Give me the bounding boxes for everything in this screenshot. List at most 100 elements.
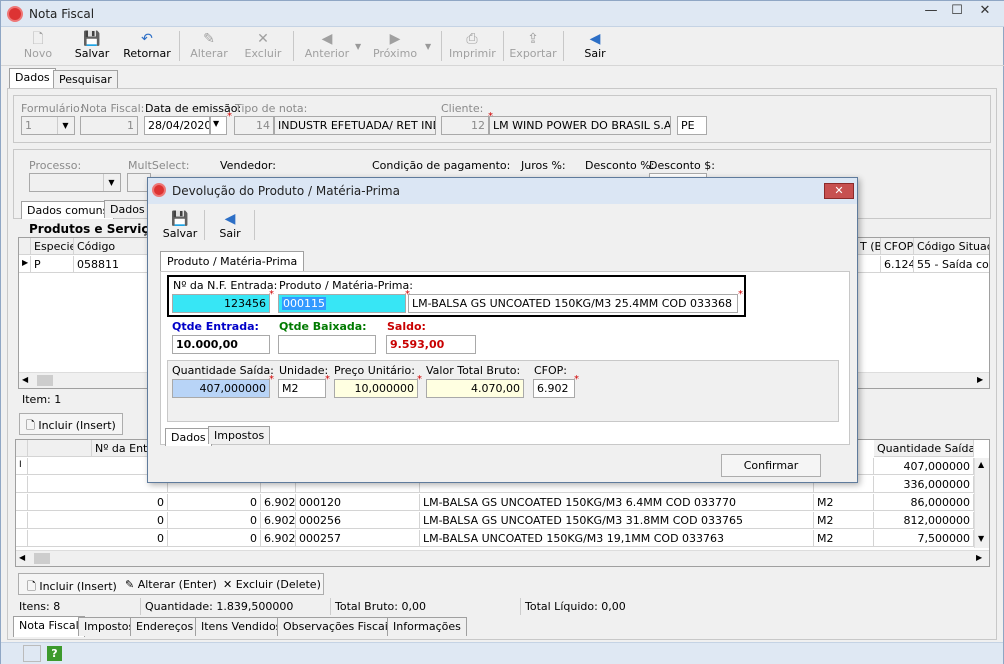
maximize-icon[interactable]: ☐ bbox=[947, 3, 967, 21]
cell-cod[interactable]: 000257 bbox=[296, 530, 420, 547]
cell-qtd[interactable]: 812,000000 bbox=[874, 512, 974, 529]
imprimir-button[interactable]: ⎙ Imprimir bbox=[449, 28, 496, 64]
cell-situacao[interactable]: 55 - Saída com bbox=[914, 256, 989, 273]
alterar-button[interactable]: ✎ Alterar (Enter) bbox=[125, 578, 217, 591]
tab-nota-fiscal[interactable]: Nota Fiscal bbox=[13, 616, 85, 637]
cell-b[interactable] bbox=[857, 256, 881, 273]
exportar-button[interactable]: ⇪ Exportar bbox=[509, 28, 557, 64]
produto-code-field[interactable]: 000115 bbox=[278, 294, 406, 313]
dialog-salvar-button[interactable]: 💾 Salvar bbox=[160, 208, 200, 244]
emissao-field[interactable]: 28/04/2020 bbox=[144, 116, 210, 135]
novo-button[interactable]: 🗋 Novo bbox=[15, 28, 61, 64]
cell-desc[interactable]: LM-BALSA GS UNCOATED 150KG/M3 6.4MM COD … bbox=[420, 494, 814, 511]
alterar-button[interactable]: ✎ Alterar bbox=[187, 28, 231, 64]
tipo-nota-code[interactable]: 14 bbox=[234, 116, 274, 135]
retornar-button[interactable]: ↶ Retornar bbox=[121, 28, 173, 64]
scroll-right-icon[interactable]: ▶ bbox=[976, 553, 982, 562]
cell-b[interactable]: 0 bbox=[168, 494, 261, 511]
tab-produto-materia-prima[interactable]: Produto / Matéria-Prima bbox=[160, 251, 305, 273]
cell-un[interactable]: M2 bbox=[814, 512, 874, 529]
incluir-button[interactable]: 🗋 Incluir (Insert) bbox=[27, 578, 117, 597]
scroll-left-icon[interactable]: ◀ bbox=[22, 375, 28, 384]
cell-b[interactable]: 0 bbox=[168, 512, 261, 529]
saldo-field[interactable]: 9.593,00 bbox=[386, 335, 476, 354]
proximo-button[interactable]: ▶ Próximo bbox=[371, 28, 419, 64]
help-icon[interactable]: ? bbox=[47, 646, 62, 661]
minimize-icon[interactable]: — bbox=[921, 3, 941, 21]
produto-desc-field[interactable]: LM-BALSA GS UNCOATED 150KG/M3 25.4MM COD… bbox=[408, 294, 738, 313]
scroll-down-icon[interactable]: ▼ bbox=[978, 534, 984, 543]
cell-qtd[interactable]: 407,000000 bbox=[874, 458, 974, 475]
cell-desc[interactable]: LM-BALSA UNCOATED 150KG/M3 19,1MM COD 03… bbox=[420, 530, 814, 547]
qtde-baixada-field[interactable] bbox=[278, 335, 376, 354]
excluir-button[interactable]: ✕ Excluir (Delete) bbox=[223, 578, 321, 591]
qtd-saida-field[interactable]: 407,000000 bbox=[172, 379, 270, 398]
cell-cfop[interactable]: 6.902 bbox=[261, 494, 296, 511]
tab-dados-comuns[interactable]: Dados comuns bbox=[21, 201, 115, 219]
cell-b[interactable]: 0 bbox=[168, 530, 261, 547]
tipo-nota-field[interactable]: INDUSTR EFETUADA/ RET IND bbox=[274, 116, 436, 135]
chevron-down-icon[interactable]: ▼ bbox=[103, 174, 119, 191]
cell-a[interactable]: 0 bbox=[28, 512, 168, 529]
tab-informacoes[interactable]: Informações bbox=[387, 617, 467, 636]
horizontal-scrollbar[interactable]: ◀ ▶ bbox=[16, 550, 989, 566]
cell-cod[interactable]: 000120 bbox=[296, 494, 420, 511]
salvar-button[interactable]: 💾 Salvar bbox=[69, 28, 115, 64]
scroll-up-icon[interactable]: ▲ bbox=[978, 460, 984, 469]
cell-cfop[interactable]: 6.902 bbox=[261, 530, 296, 547]
cell-cfop[interactable]: 6.902 bbox=[261, 512, 296, 529]
cell-cod[interactable]: 000256 bbox=[296, 512, 420, 529]
scroll-left-icon[interactable]: ◀ bbox=[19, 553, 25, 562]
chevron-down-icon[interactable]: ▼ bbox=[210, 116, 227, 135]
col-quantidade-saida[interactable]: Quantidade Saída bbox=[874, 440, 974, 457]
tab-enderecos[interactable]: Endereços bbox=[130, 617, 200, 636]
tab-dialog-impostos[interactable]: Impostos bbox=[208, 426, 271, 444]
dialog-sair-button[interactable]: ◀ Sair bbox=[210, 208, 250, 244]
incluir-produto-button[interactable]: 🗋 Incluir (Insert) bbox=[19, 413, 123, 435]
cell-especie[interactable]: P bbox=[31, 256, 74, 273]
cell-a[interactable]: 0 bbox=[28, 530, 168, 547]
valor-total-field[interactable]: 4.070,00 bbox=[426, 379, 524, 398]
col-situacao[interactable]: Código Situaçã bbox=[914, 238, 989, 255]
sair-button[interactable]: ◀ Sair bbox=[573, 28, 617, 64]
preco-unitario-field[interactable]: 10,000000 bbox=[334, 379, 418, 398]
cell-a[interactable]: 0 bbox=[28, 494, 168, 511]
vertical-scrollbar[interactable]: ▲ ▼ bbox=[974, 458, 989, 548]
cell-un[interactable]: M2 bbox=[814, 494, 874, 511]
tab-dialog-dados[interactable]: Dados bbox=[165, 428, 212, 446]
nota-fiscal-field[interactable]: 1 bbox=[80, 116, 138, 135]
cell-qtd[interactable]: 336,000000 bbox=[874, 476, 974, 493]
cliente-field[interactable]: LM WIND POWER DO BRASIL S.A. bbox=[489, 116, 671, 135]
col-especie[interactable]: Especie bbox=[31, 238, 74, 255]
uf-field[interactable]: PE bbox=[677, 116, 707, 135]
cliente-code[interactable]: 12 bbox=[441, 116, 489, 135]
close-icon[interactable]: ✕ bbox=[824, 183, 854, 199]
cell-un[interactable]: M2 bbox=[814, 530, 874, 547]
export-icon: ⇪ bbox=[527, 31, 539, 47]
cell-cfop[interactable]: 6.124 bbox=[881, 256, 914, 273]
qtde-entrada-field[interactable]: 10.000,00 bbox=[172, 335, 270, 354]
tab-dados[interactable]: Dados bbox=[9, 68, 56, 89]
close-icon[interactable]: ✕ bbox=[975, 3, 995, 21]
cell-desc[interactable]: LM-BALSA GS UNCOATED 150KG/M3 31.8MM COD… bbox=[420, 512, 814, 529]
excluir-button[interactable]: ✕ Excluir bbox=[241, 28, 285, 64]
col-blank[interactable] bbox=[28, 440, 92, 457]
unidade-field[interactable]: M2 bbox=[278, 379, 326, 398]
tab-itens-vendidos[interactable]: Itens Vendidos bbox=[195, 617, 288, 636]
cell-qtd[interactable]: 7,500000 bbox=[874, 530, 974, 547]
confirmar-button[interactable]: Confirmar bbox=[721, 454, 821, 477]
anterior-button[interactable]: ◀ Anterior bbox=[301, 28, 353, 64]
cell-qtd[interactable]: 86,000000 bbox=[874, 494, 974, 511]
scroll-thumb[interactable] bbox=[37, 375, 53, 386]
tab-observacoes-fiscais[interactable]: Observações Fiscais bbox=[277, 617, 400, 636]
scroll-right-icon[interactable]: ▶ bbox=[977, 375, 983, 384]
cfop-field[interactable]: 6.902 bbox=[533, 379, 575, 398]
col-b[interactable]: T (B) bbox=[857, 238, 881, 255]
scroll-thumb[interactable] bbox=[34, 553, 50, 564]
tab-pesquisar[interactable]: Pesquisar bbox=[53, 70, 118, 89]
col-cfop[interactable]: CFOP bbox=[881, 238, 914, 255]
chevron-down-icon[interactable]: ▼ bbox=[57, 117, 73, 134]
anterior-dropdown-icon[interactable]: ▼ bbox=[355, 42, 361, 51]
proximo-dropdown-icon[interactable]: ▼ bbox=[425, 42, 431, 51]
nf-entrada-field[interactable]: 123456 bbox=[172, 294, 270, 313]
